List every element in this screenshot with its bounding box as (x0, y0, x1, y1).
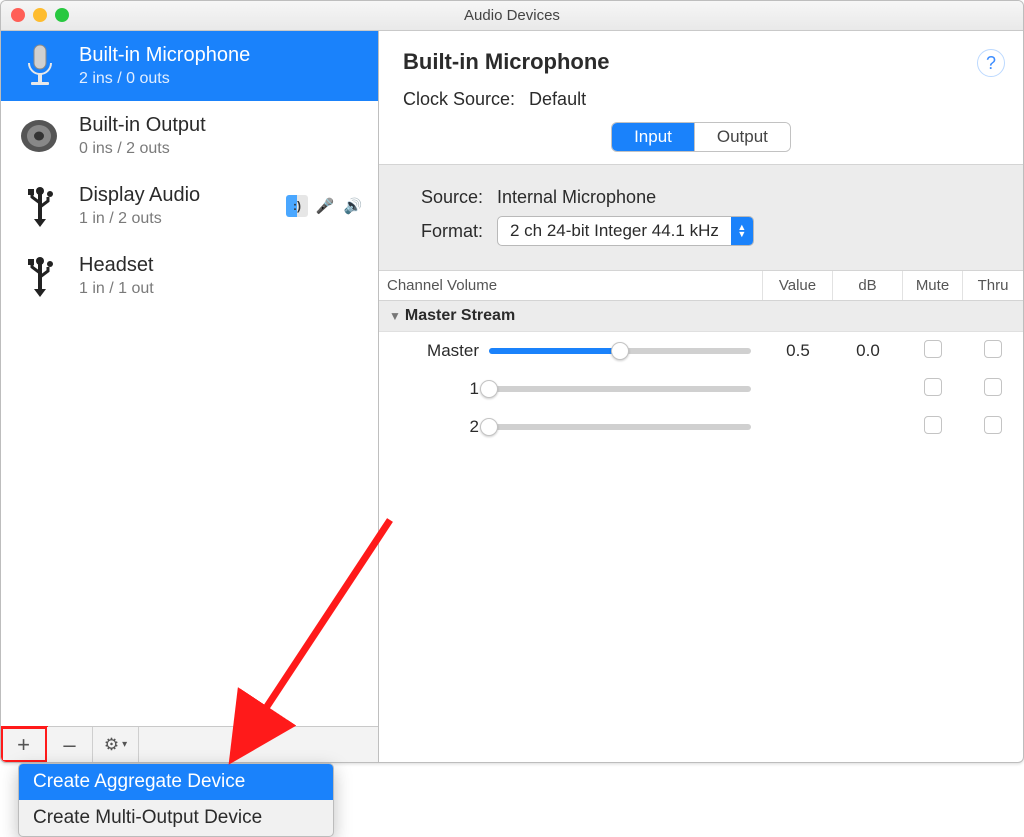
finder-badge-icon (286, 195, 308, 217)
device-io: 0 ins / 2 outs (79, 139, 364, 159)
channel-name: 1 (379, 379, 489, 399)
device-item-builtin-output[interactable]: Built-in Output 0 ins / 2 outs (1, 101, 378, 171)
thru-checkbox[interactable] (984, 340, 1002, 358)
remove-device-button[interactable]: – (47, 727, 93, 762)
master-stream-group[interactable]: ▼ Master Stream (379, 301, 1023, 332)
device-sidebar: Built-in Microphone 2 ins / 0 outs Built… (1, 31, 379, 762)
device-badges: 🎤 🔊 (286, 195, 364, 217)
channel-db: 0.0 (833, 341, 903, 361)
minimize-icon[interactable] (33, 8, 47, 22)
window-body: Built-in Microphone 2 ins / 0 outs Built… (1, 31, 1023, 762)
thru-checkbox[interactable] (984, 378, 1002, 396)
usb-icon (15, 251, 65, 301)
device-io: 1 in / 1 out (79, 279, 364, 299)
device-name: Display Audio (79, 183, 272, 207)
mic-badge-icon: 🎤 (314, 195, 336, 217)
device-item-display-audio[interactable]: Display Audio 1 in / 2 outs 🎤 🔊 (1, 171, 378, 241)
col-value: Value (763, 271, 833, 300)
col-mute: Mute (903, 271, 963, 300)
detail-panel: Built-in Microphone Clock Source: Defaul… (379, 31, 1023, 762)
add-device-button[interactable]: + (1, 727, 47, 762)
chevron-down-icon: ▾ (122, 739, 127, 750)
channel-name: Master (379, 341, 489, 361)
format-value: 2 ch 24-bit Integer 44.1 kHz (498, 221, 731, 241)
device-list: Built-in Microphone 2 ins / 0 outs Built… (1, 31, 378, 726)
detail-device-name: Built-in Microphone (403, 49, 999, 75)
speaker-icon (15, 111, 65, 161)
audio-devices-window: Audio Devices Built-in Microphone 2 ins … (0, 0, 1024, 763)
tab-input[interactable]: Input (612, 123, 694, 151)
volume-slider-master[interactable] (489, 348, 751, 354)
add-device-menu: Create Aggregate Device Create Multi-Out… (18, 763, 334, 837)
io-tab-group: Input Output (611, 122, 791, 152)
mute-checkbox[interactable] (924, 378, 942, 396)
usb-icon (15, 181, 65, 231)
device-name: Built-in Output (79, 113, 364, 137)
channel-value: 0.5 (763, 341, 833, 361)
source-value: Internal Microphone (497, 187, 656, 208)
microphone-icon (15, 41, 65, 91)
device-item-builtin-mic[interactable]: Built-in Microphone 2 ins / 0 outs (1, 31, 378, 101)
clock-source-value: Default (529, 89, 586, 110)
mute-checkbox[interactable] (924, 416, 942, 434)
detail-header: Built-in Microphone Clock Source: Defaul… (379, 31, 1023, 164)
menu-item-create-aggregate[interactable]: Create Aggregate Device (19, 764, 333, 800)
disclosure-triangle-icon: ▼ (389, 309, 401, 323)
format-label: Format: (403, 221, 483, 242)
volume-badge-icon: 🔊 (342, 195, 364, 217)
menu-item-create-multi-output[interactable]: Create Multi-Output Device (19, 800, 333, 836)
sidebar-footer: + – ⚙︎▾ (1, 726, 378, 762)
group-label: Master Stream (405, 307, 515, 325)
volume-slider-2[interactable] (489, 424, 751, 430)
clock-source-label: Clock Source: (403, 89, 515, 110)
gear-icon: ⚙︎ (104, 735, 119, 755)
device-name: Headset (79, 253, 364, 277)
volume-table-header: Channel Volume Value dB Mute Thru (379, 271, 1023, 301)
traffic-lights (11, 8, 69, 22)
volume-slider-1[interactable] (489, 386, 751, 392)
channel-row-master: Master 0.5 0.0 (379, 332, 1023, 370)
device-io: 1 in / 2 outs (79, 209, 272, 229)
col-db: dB (833, 271, 903, 300)
close-icon[interactable] (11, 8, 25, 22)
tab-output[interactable]: Output (694, 123, 790, 151)
titlebar: Audio Devices (1, 1, 1023, 31)
device-item-headset[interactable]: Headset 1 in / 1 out (1, 241, 378, 311)
detail-settings: Source: Internal Microphone Format: 2 ch… (379, 164, 1023, 271)
col-channel: Channel Volume (379, 271, 763, 300)
device-name: Built-in Microphone (79, 43, 364, 67)
options-menu-button[interactable]: ⚙︎▾ (93, 727, 139, 762)
channel-name: 2 (379, 417, 489, 437)
thru-checkbox[interactable] (984, 416, 1002, 434)
help-button[interactable]: ? (977, 49, 1005, 77)
format-select[interactable]: 2 ch 24-bit Integer 44.1 kHz ▲▼ (497, 216, 754, 246)
mute-checkbox[interactable] (924, 340, 942, 358)
col-thru: Thru (963, 271, 1023, 300)
channel-row-1: 1 (379, 370, 1023, 408)
zoom-icon[interactable] (55, 8, 69, 22)
stepper-arrows-icon: ▲▼ (731, 217, 753, 245)
channel-row-2: 2 (379, 408, 1023, 446)
device-io: 2 ins / 0 outs (79, 69, 364, 89)
window-title: Audio Devices (464, 7, 560, 24)
source-label: Source: (403, 187, 483, 208)
volume-table-body: ▼ Master Stream Master 0.5 0.0 (379, 301, 1023, 446)
